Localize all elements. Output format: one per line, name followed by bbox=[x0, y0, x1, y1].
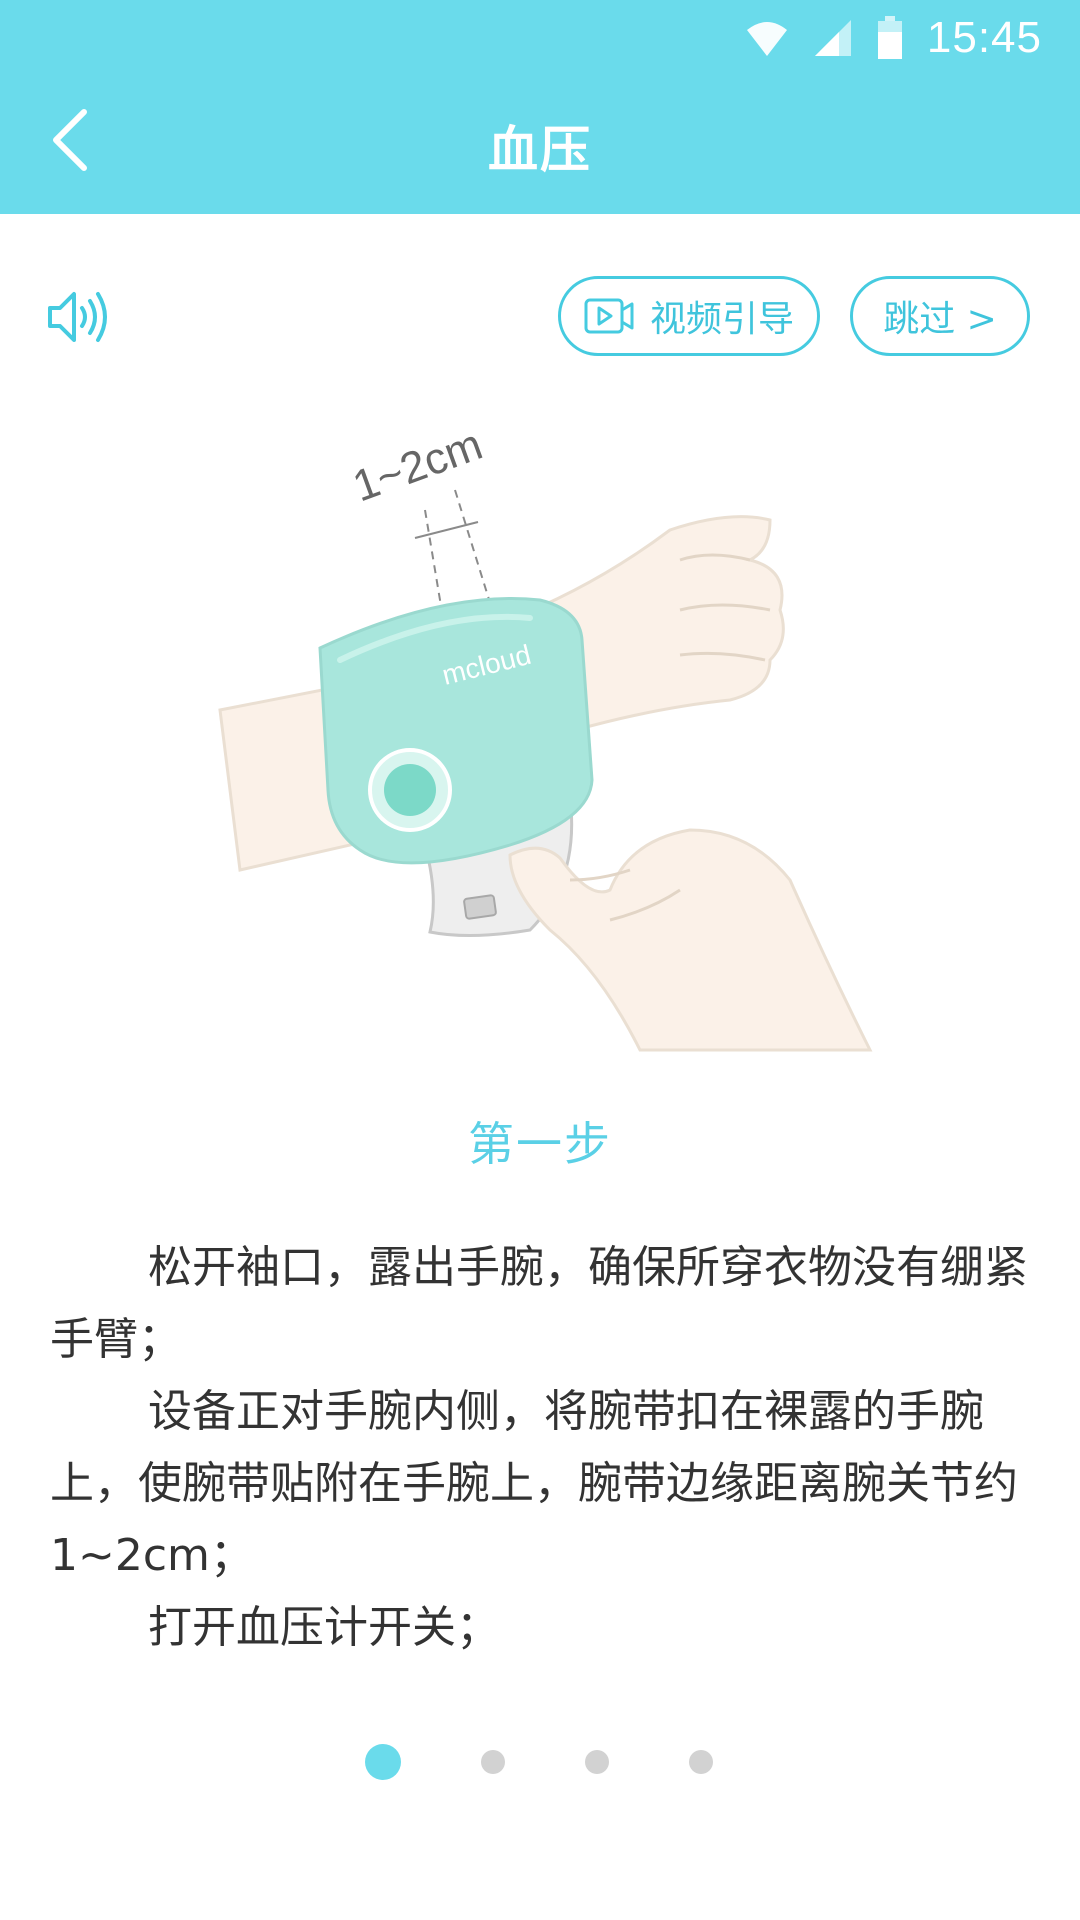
app-header: 15:45 血压 bbox=[0, 0, 1080, 214]
page-dot[interactable] bbox=[585, 1750, 609, 1774]
instruction-line: 打开血压计开关； bbox=[148, 1602, 500, 1653]
page-dot[interactable] bbox=[481, 1750, 505, 1774]
wifi-icon bbox=[745, 18, 789, 58]
status-bar: 15:45 bbox=[745, 10, 1042, 66]
battery-icon bbox=[877, 16, 903, 60]
page-title: 血压 bbox=[488, 121, 592, 179]
instruction-text: 松开袖口，露出手腕，确保所穿衣物没有绷紧手臂； 设备正对手腕内侧，将腕带扣在裸露… bbox=[50, 1232, 1030, 1664]
skip-button[interactable]: 跳过 > bbox=[850, 276, 1030, 356]
page-dot[interactable] bbox=[365, 1744, 401, 1780]
skip-label: 跳过 > bbox=[883, 299, 997, 340]
step-title: 第一步 bbox=[468, 1117, 612, 1171]
status-time: 15:45 bbox=[926, 13, 1042, 62]
instruction-line: 设备正对手腕内侧，将腕带扣在裸露的手腕上，使腕带贴附在手腕上，腕带边缘距离腕关节… bbox=[50, 1386, 1018, 1581]
measure-label: 1~2cm bbox=[347, 420, 489, 512]
instruction-line: 松开袖口，露出手腕，确保所穿衣物没有绷紧手臂； bbox=[50, 1242, 1028, 1365]
wrist-device-illustration: 1~2cm mcloud bbox=[218, 420, 873, 1052]
video-guide-button[interactable]: 视频引导 bbox=[558, 276, 820, 356]
pagination-dots bbox=[0, 1742, 1080, 1782]
video-guide-label: 视频引导 bbox=[649, 299, 794, 340]
video-icon bbox=[584, 298, 634, 334]
signal-icon bbox=[813, 18, 853, 58]
speaker-button[interactable] bbox=[46, 286, 112, 348]
speaker-icon bbox=[48, 292, 107, 342]
page-dot[interactable] bbox=[689, 1750, 713, 1774]
